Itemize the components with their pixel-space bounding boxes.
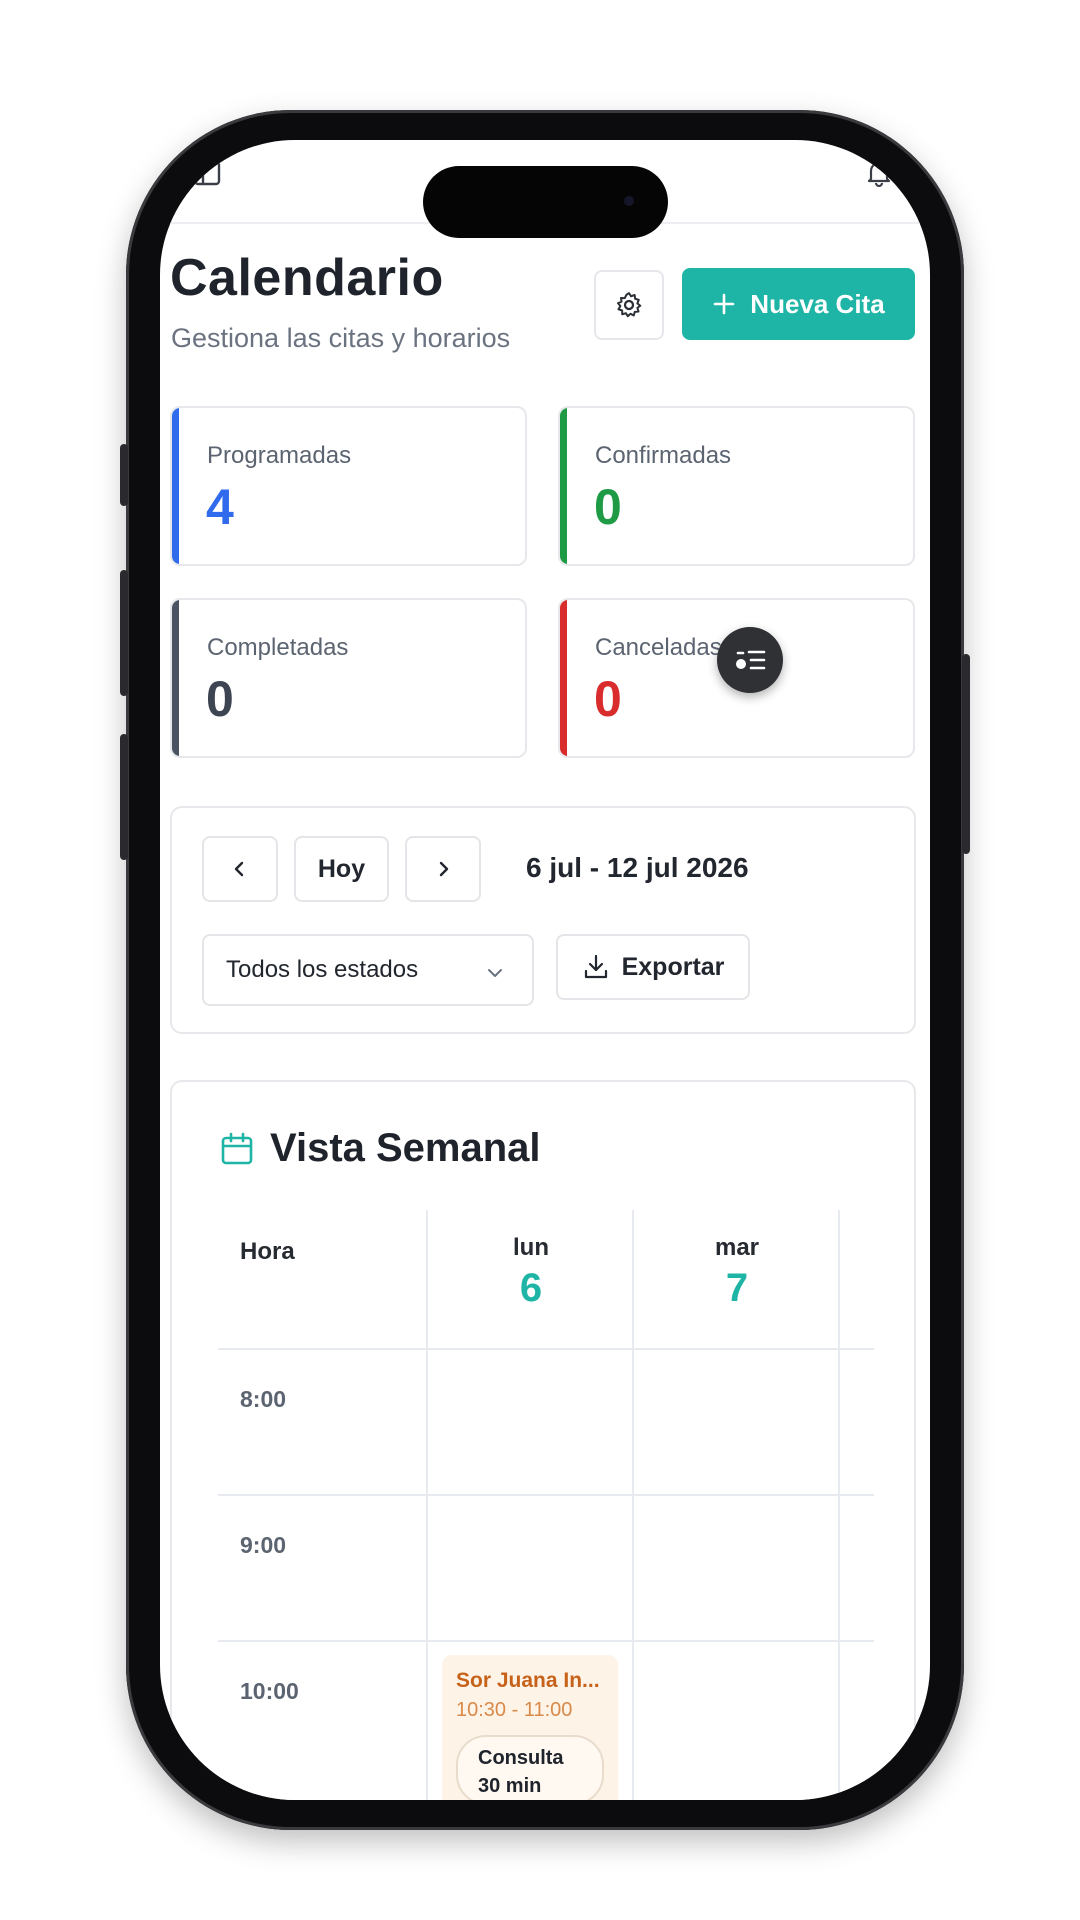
calendar-icon [221, 1132, 253, 1165]
weekly-view-title: Vista Semanal [270, 1126, 541, 1170]
stat-value: 4 [206, 479, 234, 535]
stat-value: 0 [206, 671, 234, 727]
next-week-button[interactable] [405, 836, 481, 902]
settings-button[interactable] [594, 270, 664, 340]
date-navigation-panel: Hoy 6 jul - 12 jul 2026 Todos los estado… [170, 806, 916, 1034]
stat-card-completadas: Completadas 0 [170, 598, 527, 758]
stat-label: Canceladas [595, 634, 722, 661]
download-icon [584, 954, 607, 979]
export-button[interactable]: Exportar [556, 934, 750, 1000]
weekly-view-card: Vista Semanal Hora lun 6 mar 7 8:00 9:00… [170, 1080, 916, 1800]
hour-column-header: Hora [240, 1238, 295, 1265]
phone-volume-down-button [120, 734, 128, 860]
day-header-mon[interactable]: lun 6 [428, 1234, 634, 1311]
page-title: Calendario [170, 249, 444, 307]
chevron-down-icon [488, 969, 502, 977]
gear-icon [617, 292, 642, 318]
status-filter-select[interactable]: Todos los estados [202, 934, 534, 1006]
week-grid: Hora lun 6 mar 7 8:00 9:00 10:00 Sor Jua… [218, 1210, 874, 1800]
status-filter-value: Todos los estados [226, 956, 419, 983]
stat-label: Confirmadas [595, 442, 732, 469]
stat-value: 0 [594, 671, 622, 727]
page-subtitle: Gestiona las citas y horarios [171, 323, 511, 353]
today-button[interactable]: Hoy [294, 836, 389, 902]
stat-card-confirmadas: Confirmadas 0 [558, 406, 915, 566]
day-header-tue[interactable]: mar 7 [634, 1234, 840, 1311]
time-slot-label: 8:00 [240, 1386, 287, 1412]
new-appointment-button[interactable]: Nueva Cita [682, 268, 915, 340]
previous-week-button[interactable] [202, 836, 278, 902]
day-name: mar [714, 1234, 760, 1261]
day-name: lun [513, 1234, 549, 1261]
floating-menu-button[interactable] [717, 627, 783, 693]
appointment-card[interactable]: Sor Juana In... 10:30 - 11:00 Consulta 3… [442, 1655, 618, 1800]
stat-card-programadas: Programadas 4 [170, 406, 527, 566]
export-label: Exportar [621, 952, 725, 981]
dynamic-island [423, 166, 668, 238]
app-screen: Calendario Gestiona las citas y horarios… [160, 140, 930, 1800]
appointment-time: 10:30 - 11:00 [456, 1699, 573, 1721]
notifications-bell-icon[interactable] [864, 158, 894, 188]
appointment-patient: Sor Juana In... [456, 1669, 600, 1692]
chevron-left-icon [234, 861, 244, 877]
phone-power-button [962, 654, 970, 854]
stat-value: 0 [594, 479, 622, 535]
chevron-right-icon [439, 861, 449, 877]
time-slot-label: 10:00 [240, 1678, 299, 1704]
plus-icon [713, 293, 735, 315]
day-number: 6 [519, 1266, 543, 1310]
stat-label: Programadas [207, 442, 352, 469]
time-slot-label: 9:00 [240, 1532, 287, 1558]
appointment-type-badge: Consulta 30 min [456, 1735, 604, 1800]
date-range-label: 6 jul - 12 jul 2026 [526, 852, 749, 883]
new-appointment-label: Nueva Cita [750, 288, 885, 319]
day-number: 7 [725, 1266, 749, 1310]
appointment-type: Consulta [478, 1747, 564, 1769]
appointment-duration: 30 min [478, 1775, 542, 1797]
sidebar-toggle-icon[interactable] [192, 158, 222, 188]
phone-volume-up-button [120, 570, 128, 696]
stat-label: Completadas [207, 634, 349, 661]
phone-action-button [120, 444, 128, 506]
list-settings-icon [736, 650, 766, 670]
